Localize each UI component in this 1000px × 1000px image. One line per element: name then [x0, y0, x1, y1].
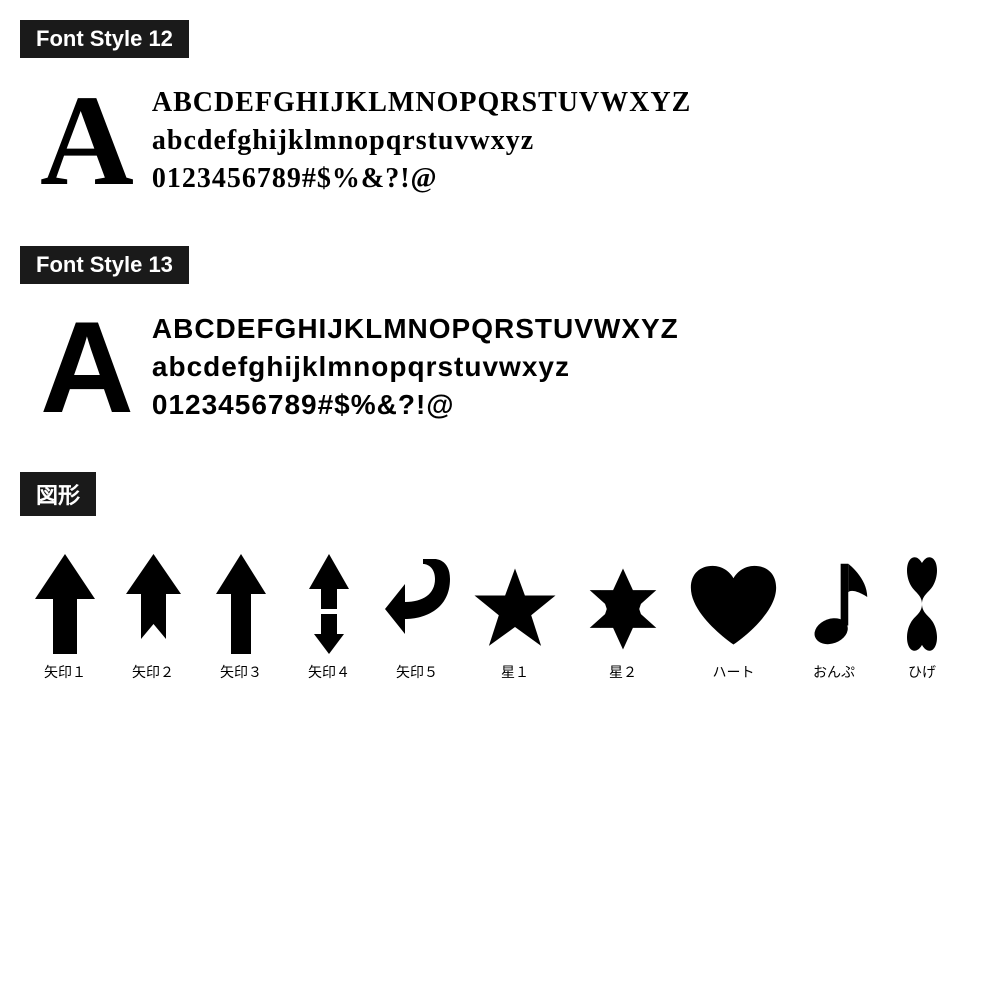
- arrow2-label: 矢印２: [132, 662, 174, 682]
- shape-item-arrow3: 矢印３: [206, 554, 276, 682]
- shape-item-arrow2: 矢印２: [118, 554, 188, 682]
- arrow4-icon: [309, 554, 349, 654]
- font-style-13-uppercase: ABCDEFGHIJKLMNOPQRSTUVWXYZ: [152, 310, 679, 348]
- arrow3-label: 矢印３: [220, 662, 262, 682]
- font-style-12-uppercase: ABCDEFGHIJKLMNOPQRSTUVWXYZ: [152, 84, 691, 122]
- font-style-12-section: Font Style 12 A ABCDEFGHIJKLMNOPQRSTUVWX…: [20, 20, 980, 206]
- arrow1-label: 矢印１: [44, 662, 86, 682]
- mustache-icon: [902, 554, 942, 654]
- font-style-12-lowercase: abcdefghijklmnopqrstuvwxyz: [152, 122, 691, 160]
- font-style-13-section: Font Style 13 A ABCDEFGHIJKLMNOPQRSTUVWX…: [20, 246, 980, 432]
- font-style-13-lowercase: abcdefghijklmnopqrstuvwxyz: [152, 348, 679, 386]
- font-style-12-big-letter: A: [40, 76, 134, 206]
- font-style-12-header: Font Style 12: [20, 20, 189, 58]
- page: Font Style 12 A ABCDEFGHIJKLMNOPQRSTUVWX…: [0, 0, 1000, 712]
- font-style-13-big-letter: A: [40, 302, 134, 432]
- note-icon: [799, 559, 869, 654]
- font-style-13-display: A ABCDEFGHIJKLMNOPQRSTUVWXYZ abcdefghijk…: [20, 302, 980, 432]
- arrow5-label: 矢印５: [396, 662, 438, 682]
- font-style-13-header: Font Style 13: [20, 246, 189, 284]
- shapes-grid: 矢印１ 矢印２ 矢印３: [20, 534, 980, 692]
- mustache-label: ひげ: [908, 662, 936, 682]
- note-label: おんぷ: [813, 662, 855, 682]
- star2-icon: [578, 564, 668, 654]
- star1-label: 星１: [501, 662, 529, 682]
- shape-item-star2: 星２: [578, 564, 668, 682]
- heart-icon: [686, 564, 781, 654]
- arrow4-label: 矢印４: [308, 662, 350, 682]
- shape-item-arrow4: 矢印４: [294, 554, 364, 682]
- shapes-section: 図形 矢印１ 矢印２: [20, 472, 980, 692]
- star1-icon: [470, 564, 560, 654]
- shape-item-star1: 星１: [470, 564, 560, 682]
- font-style-12-chars: ABCDEFGHIJKLMNOPQRSTUVWXYZ abcdefghijklm…: [152, 76, 691, 197]
- arrow3-icon: [216, 554, 266, 654]
- shape-item-arrow1: 矢印１: [30, 554, 100, 682]
- star2-label: 星２: [609, 662, 637, 682]
- shape-item-arrow5: 矢印５: [382, 554, 452, 682]
- font-style-13-numbers: 0123456789#$%&?!@: [152, 386, 679, 424]
- font-style-12-numbers: 0123456789#$%&?!@: [152, 160, 691, 198]
- font-style-12-display: A ABCDEFGHIJKLMNOPQRSTUVWXYZ abcdefghijk…: [20, 76, 980, 206]
- shapes-header: 図形: [20, 472, 96, 516]
- shape-item-mustache: ひげ: [887, 554, 957, 682]
- shape-item-note: おんぷ: [799, 559, 869, 682]
- heart-label: ハート: [713, 662, 755, 682]
- arrow2-icon: [126, 554, 181, 654]
- font-style-13-chars: ABCDEFGHIJKLMNOPQRSTUVWXYZ abcdefghijklm…: [152, 302, 679, 423]
- shape-item-heart: ハート: [686, 564, 781, 682]
- arrow1-icon: [35, 554, 95, 654]
- arrow5-icon: [385, 554, 450, 654]
